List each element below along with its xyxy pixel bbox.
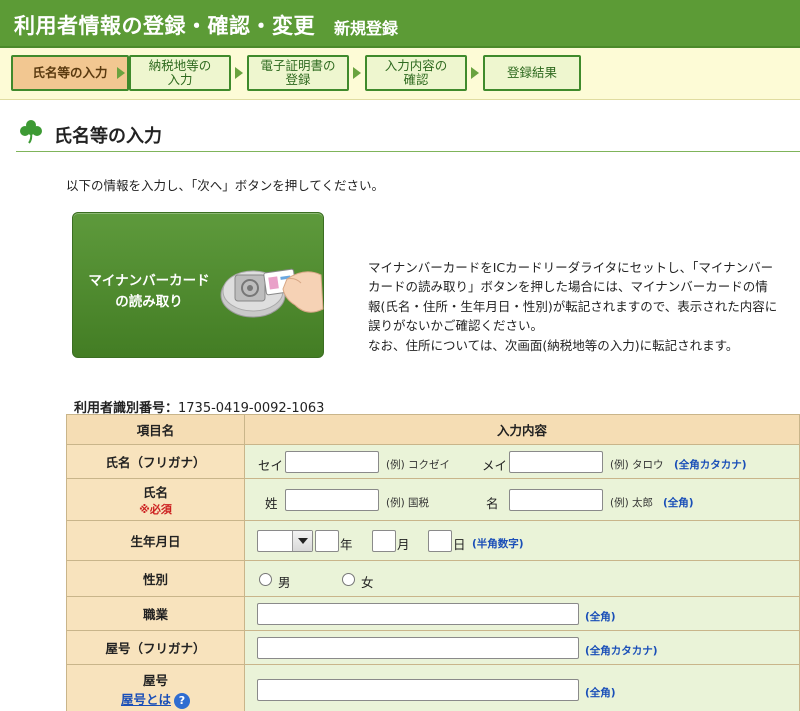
birth-label: 生年月日	[66, 520, 245, 561]
job-note: (全角)	[585, 610, 616, 623]
table-row: 氏名 ※必須 姓 (例) 国税 名 (例) 太郎 (全角)	[66, 478, 800, 521]
mei-kana-label: メイ	[482, 457, 508, 473]
step-label: 登録結果	[506, 64, 557, 80]
sei-kana-example: (例) コクゼイ	[386, 458, 451, 471]
job-cell: (全角)	[244, 596, 800, 631]
table-row: 氏名（フリガナ） セイ (例) コクゼイ メイ (例) タロウ (全角カタカナ)	[66, 444, 800, 479]
mei-input[interactable]	[509, 488, 603, 511]
birth-note: (半角数字)	[472, 537, 524, 550]
table-row: 屋号 屋号とは? (全角)	[66, 664, 800, 711]
name-note: (全角)	[663, 496, 694, 509]
page-subtitle: 新規登録	[334, 19, 399, 38]
kana-note: (全角カタカナ)	[674, 458, 747, 471]
table-header-row: 項目名 入力内容	[66, 414, 800, 445]
step-arrow-icon	[353, 67, 361, 79]
era-select[interactable]	[257, 529, 313, 552]
step-arrow-icon	[471, 67, 479, 79]
table-row: 生年月日 年 月 日 (半角数字)	[66, 520, 800, 561]
step-confirm: 入力内容の 確認	[365, 55, 467, 91]
month-unit: 月	[397, 536, 410, 552]
mycard-label-line1: マイナンバーカード	[88, 273, 210, 289]
birth-cell: 年 月 日 (半角数字)	[244, 520, 800, 561]
yago-help-link[interactable]: 屋号とは	[121, 692, 171, 707]
step-tax-place: 納税地等の 入力	[129, 55, 231, 91]
step-label: 氏名等の入力	[32, 64, 108, 80]
birth-month-input[interactable]	[372, 529, 396, 552]
progress-steps: 氏名等の入力 納税地等の 入力 電子証明書の 登録 入力内容の 確認 登録結果	[0, 48, 800, 100]
step-label: 納税地等の 入力	[148, 57, 212, 87]
job-input[interactable]	[257, 602, 579, 625]
gender-cell: 男 女	[244, 560, 800, 597]
birth-year-input[interactable]	[315, 529, 339, 552]
help-icon[interactable]: ?	[174, 692, 190, 709]
step-name-input: 氏名等の入力	[11, 55, 129, 91]
sei-example: (例) 国税	[386, 496, 430, 509]
section-title: 氏名等の入力	[54, 126, 162, 147]
step-label: 電子証明書の 登録	[260, 57, 336, 87]
step-arrow-icon	[117, 67, 125, 79]
sei-input[interactable]	[285, 488, 379, 511]
mei-example: (例) 太郎	[610, 496, 654, 509]
yago-kana-label: 屋号（フリガナ）	[66, 630, 245, 665]
mycard-desc-note: なお、住所については、次画面(納税地等の入力)に転記されます。	[368, 337, 739, 353]
job-label: 職業	[66, 596, 245, 631]
name-label-cell: 氏名 ※必須	[66, 478, 245, 521]
yago-note: (全角)	[585, 686, 616, 699]
yago-input[interactable]	[257, 678, 579, 701]
step-certificate: 電子証明書の 登録	[247, 55, 349, 91]
year-unit: 年	[340, 536, 353, 552]
gender-label: 性別	[66, 560, 245, 597]
sei-label: 姓	[265, 495, 278, 511]
gender-male-radio[interactable]	[259, 572, 272, 586]
yago-label-cell: 屋号 屋号とは?	[66, 664, 245, 711]
step-arrow-icon	[235, 67, 243, 79]
table-row: 職業 (全角)	[66, 596, 800, 631]
card-reader-icon	[220, 268, 324, 318]
sei-kana-label: セイ	[258, 457, 284, 473]
mycard-button-label: マイナンバーカード の読み取り	[87, 271, 211, 313]
mycard-label-line2: の読み取り	[115, 293, 183, 310]
gender-female-label: 女	[361, 574, 374, 590]
section-header: 氏名等の入力	[16, 118, 800, 152]
sei-kana-input[interactable]	[285, 450, 379, 473]
mei-kana-input[interactable]	[509, 450, 603, 473]
kana-cell: セイ (例) コクゼイ メイ (例) タロウ (全角カタカナ)	[244, 444, 800, 479]
name-label: 氏名	[142, 485, 168, 500]
yago-kana-note: (全角カタカナ)	[585, 644, 658, 657]
page-title: 利用者情報の登録・確認・変更	[14, 14, 315, 38]
table-row: 屋号（フリガナ） (全角カタカナ)	[66, 630, 800, 665]
yago-cell: (全角)	[244, 664, 800, 711]
yago-label: 屋号	[142, 673, 168, 689]
page-header: 利用者情報の登録・確認・変更 新規登録	[0, 0, 800, 48]
registration-form-table: 項目名 入力内容 氏名（フリガナ） セイ (例) コクゼイ メイ (例) タロウ…	[66, 414, 800, 711]
mei-label: 名	[486, 495, 499, 511]
clover-icon	[20, 120, 42, 144]
chevron-down-icon	[292, 530, 312, 551]
name-cell: 姓 (例) 国税 名 (例) 太郎 (全角)	[244, 478, 800, 521]
col-header-item: 項目名	[66, 414, 245, 445]
mycard-description: マイナンバーカードをICカードリーダライタにセットし、「マイナンバーカードの読み…	[368, 258, 778, 355]
yago-kana-input[interactable]	[257, 636, 579, 659]
day-unit: 日	[453, 536, 466, 552]
instruction-text: 以下の情報を入力し、「次へ」ボタンを押してください。	[66, 178, 385, 193]
yago-kana-cell: (全角カタカナ)	[244, 630, 800, 665]
required-badge: ※必須	[139, 503, 172, 516]
gender-male-label: 男	[278, 574, 291, 590]
mycard-desc-text: マイナンバーカードをICカードリーダライタにセットし、「マイナンバーカードの読み…	[368, 260, 778, 334]
kana-label: 氏名（フリガナ）	[66, 444, 245, 479]
mei-kana-example: (例) タロウ	[610, 458, 664, 471]
col-header-content: 入力内容	[244, 414, 800, 445]
table-row: 性別 男 女	[66, 560, 800, 597]
step-label: 入力内容の 確認	[384, 57, 448, 87]
birth-day-input[interactable]	[428, 529, 452, 552]
read-mynumber-card-button[interactable]: マイナンバーカード の読み取り	[72, 212, 324, 358]
step-result: 登録結果	[483, 55, 581, 91]
gender-female-radio[interactable]	[342, 572, 355, 586]
